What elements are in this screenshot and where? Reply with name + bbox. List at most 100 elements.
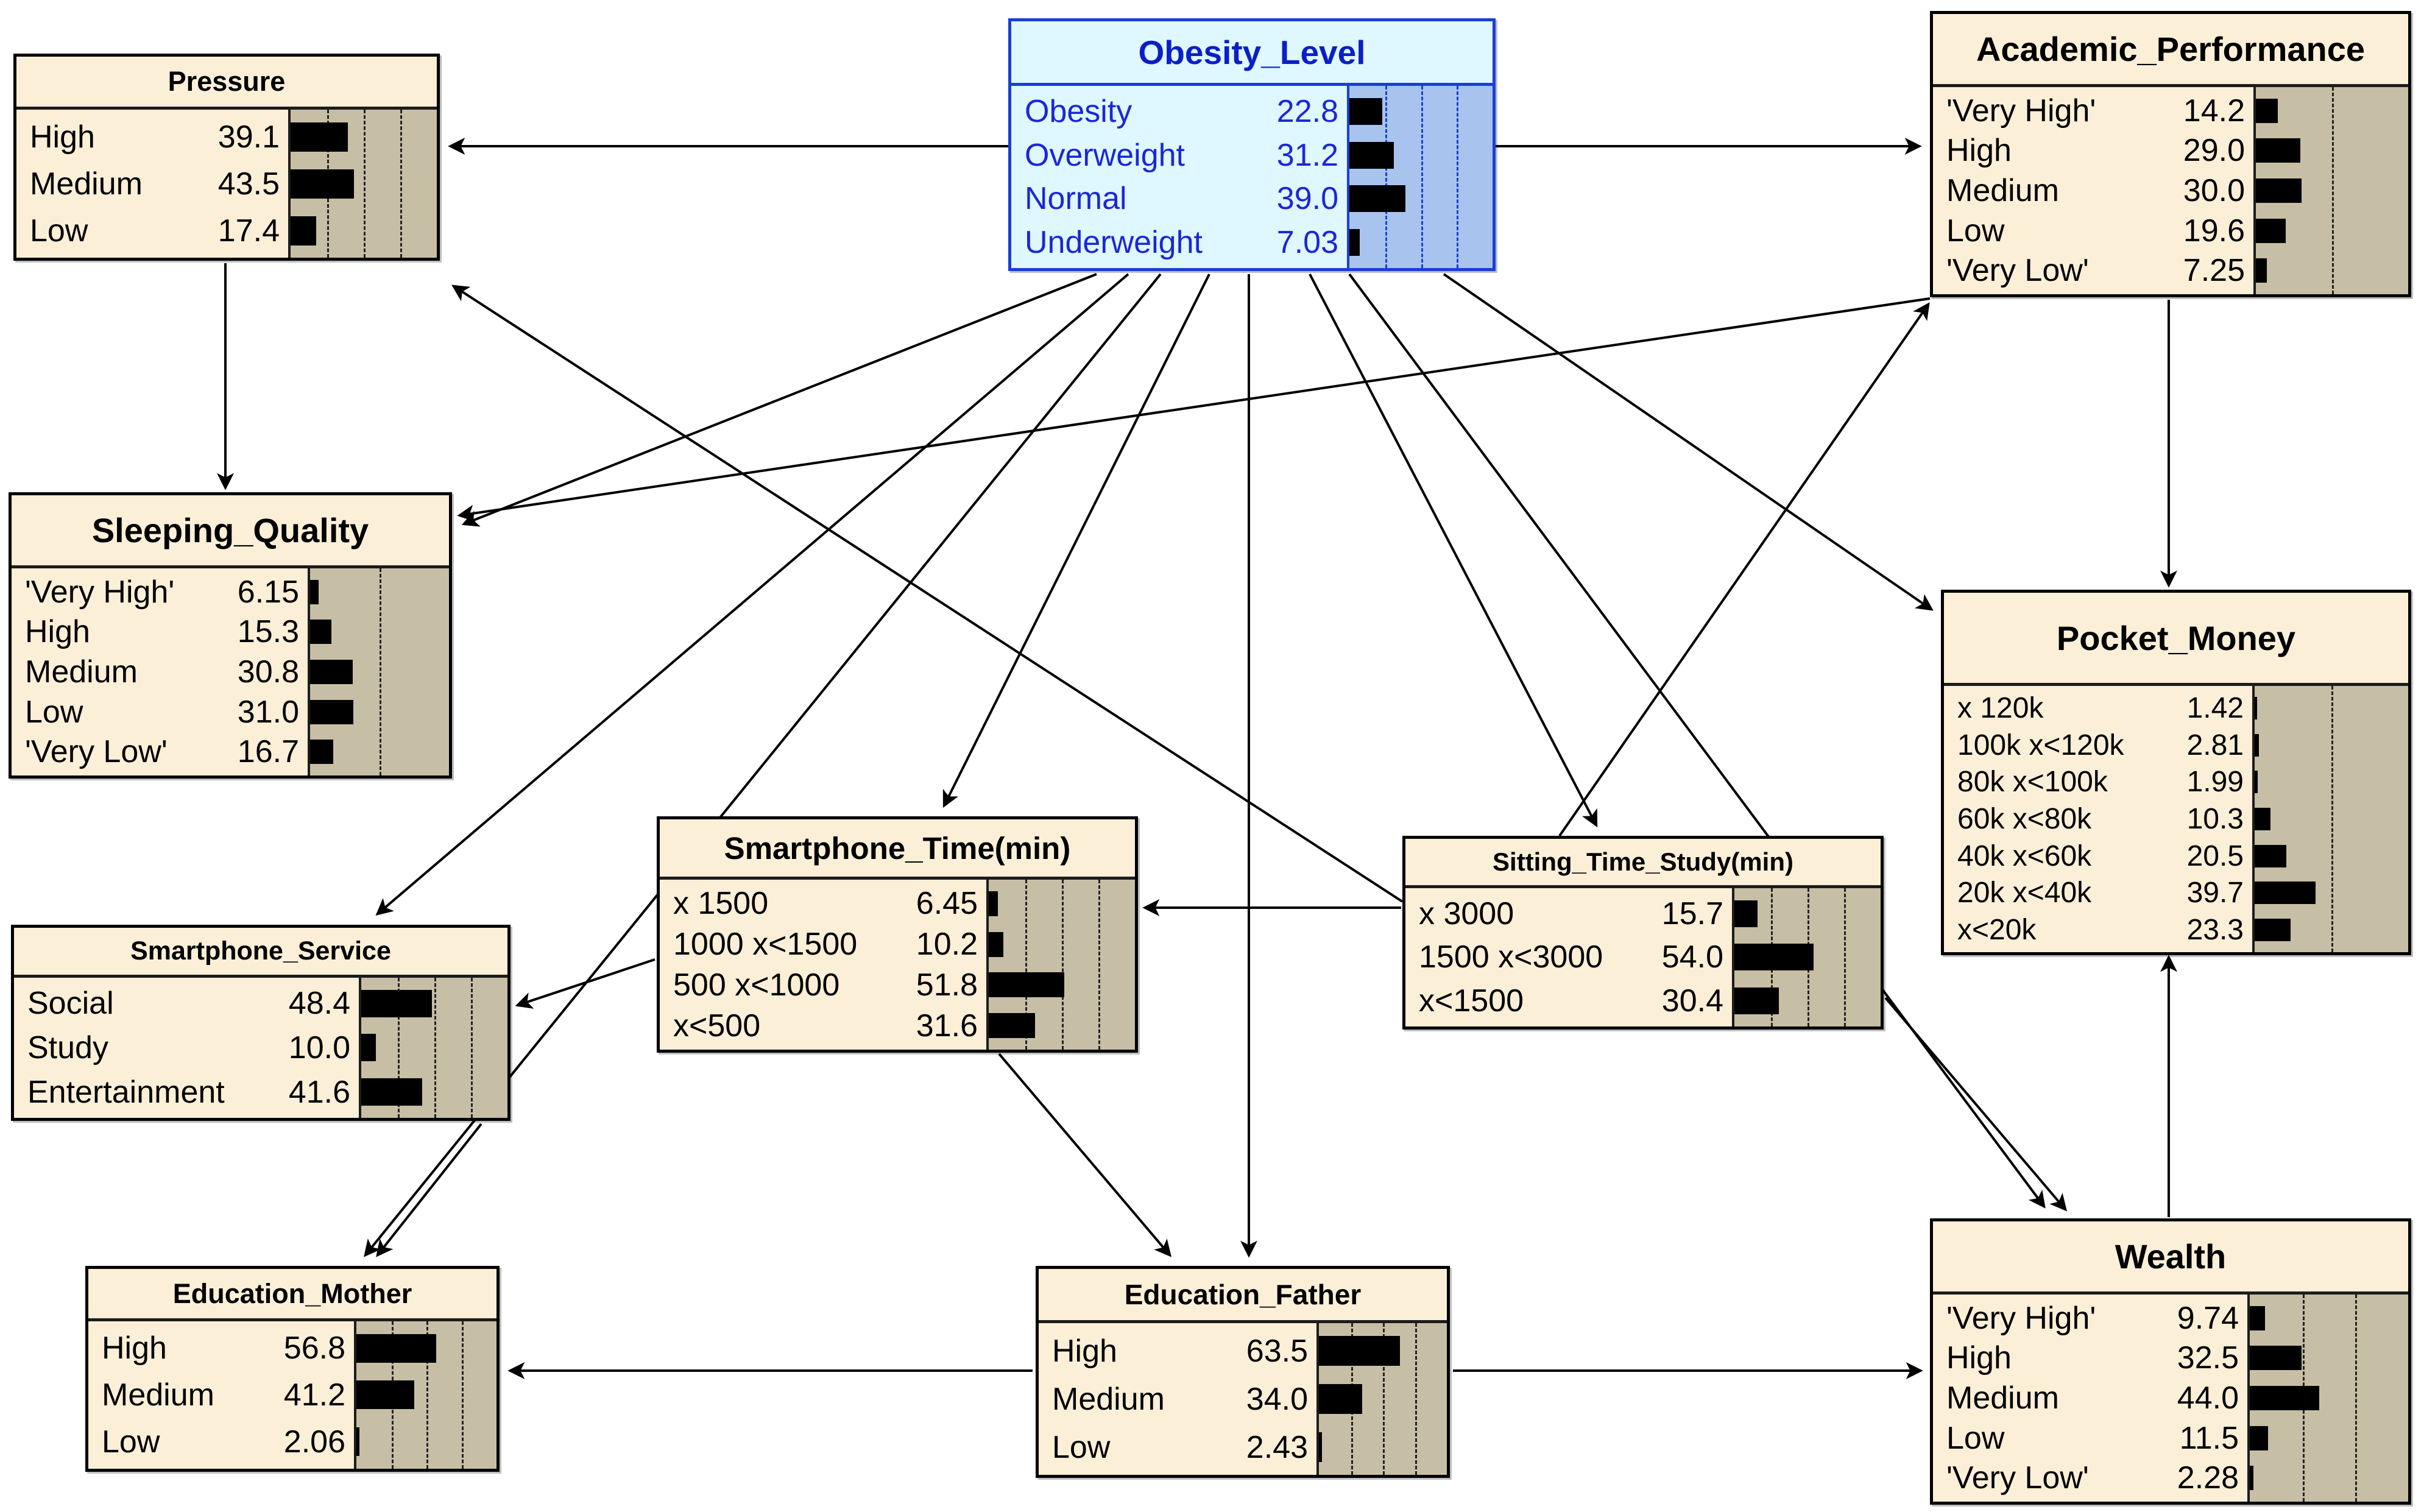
state-row: 'Very Low' 7.25 [1933, 251, 2253, 291]
state-probability: 10.2 [916, 927, 978, 963]
state-name: Study [27, 1030, 108, 1065]
probability-bar [1734, 900, 1758, 927]
node-body: Social 48.4 Study 10.0 Entertainment 41.6 [14, 978, 507, 1118]
state-name: Low [102, 1424, 160, 1460]
probability-bar [291, 216, 316, 246]
node-academic_performance[interactable]: Academic_Performance 'Very High' 14.2 High 2… [1930, 11, 2411, 297]
state-name: Social [27, 986, 114, 1022]
state-name: 1000 x<1500 [673, 927, 858, 963]
state-probability: 7.03 [1276, 225, 1338, 261]
state-label-column: x 3000 15.7 1500 x<3000 54.0 x<1500 30.4 [1405, 888, 1734, 1026]
node-smartphone_service[interactable]: Smartphone_Service Social 48.4 Study 10.0 Ent… [11, 925, 511, 1121]
state-name: Obesity [1025, 93, 1132, 129]
bar-row [1734, 892, 1881, 935]
state-row: Normal 39.0 [1011, 177, 1347, 221]
bar-row [2250, 1418, 2408, 1458]
bar-row [361, 1070, 507, 1114]
state-name: 'Very High' [25, 574, 175, 610]
probability-bar [310, 579, 319, 604]
probability-bar [2255, 881, 2316, 905]
state-name: 40k x<60k [1957, 839, 2092, 872]
bar-row [1349, 90, 1493, 133]
state-name: Medium [102, 1377, 214, 1413]
state-probability: 9.74 [2177, 1300, 2239, 1336]
probability-bar [2250, 1305, 2266, 1330]
state-probability: 1.99 [2186, 766, 2244, 799]
state-probability: 23.3 [2186, 914, 2244, 947]
state-probability: 31.6 [916, 1008, 978, 1044]
probability-bar-column [1319, 1323, 1447, 1475]
state-row: x<1500 30.4 [1405, 980, 1732, 1023]
edge-sitting_time_study-to-academic_performance [1558, 302, 1930, 837]
bar-row [2256, 131, 2408, 171]
node-title: Education_Father [1039, 1269, 1447, 1323]
state-row: 40k x<60k 20.5 [1944, 838, 2252, 874]
bar-row [989, 924, 1135, 964]
node-body: x 1500 6.45 1000 x<1500 10.2 500 x<1000 51.8 x… [660, 880, 1135, 1050]
node-title: Academic_Performance [1933, 14, 2408, 87]
edge-obesity_level-to-wealth [1348, 273, 2046, 1209]
state-name: High [1052, 1333, 1117, 1369]
node-pressure[interactable]: Pressure High 39.1 Medium 43.5 Low 17.4 [13, 54, 440, 261]
probability-bar [2255, 807, 2270, 830]
probability-bar-column [2255, 686, 2408, 952]
state-row: 60k x<80k 10.3 [1944, 800, 2252, 837]
state-row: 1000 x<1500 10.2 [660, 924, 986, 964]
bar-row [1734, 980, 1881, 1023]
state-probability: 2.28 [2177, 1460, 2239, 1496]
probability-bar [2256, 98, 2278, 123]
node-body: High 56.8 Medium 41.2 Low 2.06 [88, 1321, 496, 1469]
state-row: Low 31.0 [12, 692, 308, 732]
bar-row [1349, 221, 1493, 264]
node-title: Pocket_Money [1944, 593, 2408, 686]
state-probability: 39.1 [217, 119, 280, 155]
bar-row [2256, 171, 2408, 210]
state-row: 100k x<120k 2.81 [1944, 727, 2252, 763]
node-pocket_money[interactable]: Pocket_Money x 120k 1.42 100k x<120k 2.81 80k… [1941, 590, 2411, 955]
node-body: 'Very High' 9.74 High 32.5 Medium 44.0 Low 11.5… [1933, 1295, 2408, 1502]
probability-bar [2255, 771, 2258, 794]
edge-obesity_level-to-pocket_money [1443, 273, 1934, 611]
state-name: Entertainment [27, 1074, 225, 1110]
state-name: 'Very Low' [25, 734, 168, 770]
node-smartphone_time[interactable]: Smartphone_Time(min) x 1500 6.45 1000 x<150… [657, 816, 1138, 1053]
probability-bar [310, 699, 353, 724]
state-row: x<500 31.6 [660, 1006, 986, 1046]
node-education_father[interactable]: Education_Father High 63.5 Medium 34.0 Low 2.4… [1036, 1266, 1450, 1478]
probability-bar [2255, 696, 2257, 719]
node-wealth[interactable]: Wealth 'Very High' 9.74 High 32.5 Medium 44.0 L… [1930, 1218, 2411, 1505]
edge-smartphone_time-to-smartphone_service [515, 958, 655, 1009]
state-name: 100k x<120k [1957, 729, 2124, 761]
state-probability: 6.15 [237, 574, 299, 610]
bar-row [291, 207, 437, 254]
bar-row [2250, 1298, 2408, 1338]
state-row: Low 19.6 [1933, 211, 2253, 250]
probability-bar [2250, 1466, 2253, 1491]
node-title: Sleeping_Quality [12, 495, 449, 568]
state-name: 1500 x<3000 [1419, 939, 1603, 975]
state-row: Low 17.4 [16, 207, 288, 254]
state-probability: 32.5 [2177, 1340, 2239, 1376]
probability-bar [2255, 844, 2286, 867]
state-probability: 20.5 [2186, 839, 2244, 872]
bar-row [2255, 690, 2408, 726]
bar-row [989, 965, 1135, 1005]
probability-bar-column [310, 568, 449, 775]
state-probability: 17.4 [217, 213, 280, 249]
node-education_mother[interactable]: Education_Mother High 56.8 Medium 41.2 Low 2.0… [85, 1266, 500, 1472]
state-probability: 15.3 [237, 614, 299, 650]
probability-bar [1319, 1336, 1401, 1366]
node-sitting_time_study[interactable]: Sitting_Time_Study(min) x 3000 15.7 1500 x<… [1402, 836, 1884, 1030]
node-sleeping_quality[interactable]: Sleeping_Quality 'Very High' 6.15 High 15.3 M… [9, 492, 452, 779]
probability-bar [361, 989, 433, 1017]
state-row: Study 10.0 [14, 1026, 359, 1070]
state-name: 'Very High' [1946, 93, 2096, 129]
node-obesity_level[interactable]: Obesity_Level Obesity 22.8 Overweight 31.2 No… [1008, 18, 1496, 271]
probability-bar [361, 1034, 376, 1062]
state-probability: 30.0 [2183, 172, 2245, 208]
state-row: Medium 30.0 [1933, 171, 2253, 210]
state-probability: 10.0 [288, 1030, 350, 1065]
bar-row [2256, 211, 2408, 250]
state-probability: 39.7 [2186, 877, 2244, 910]
state-probability: 51.8 [916, 967, 978, 1003]
